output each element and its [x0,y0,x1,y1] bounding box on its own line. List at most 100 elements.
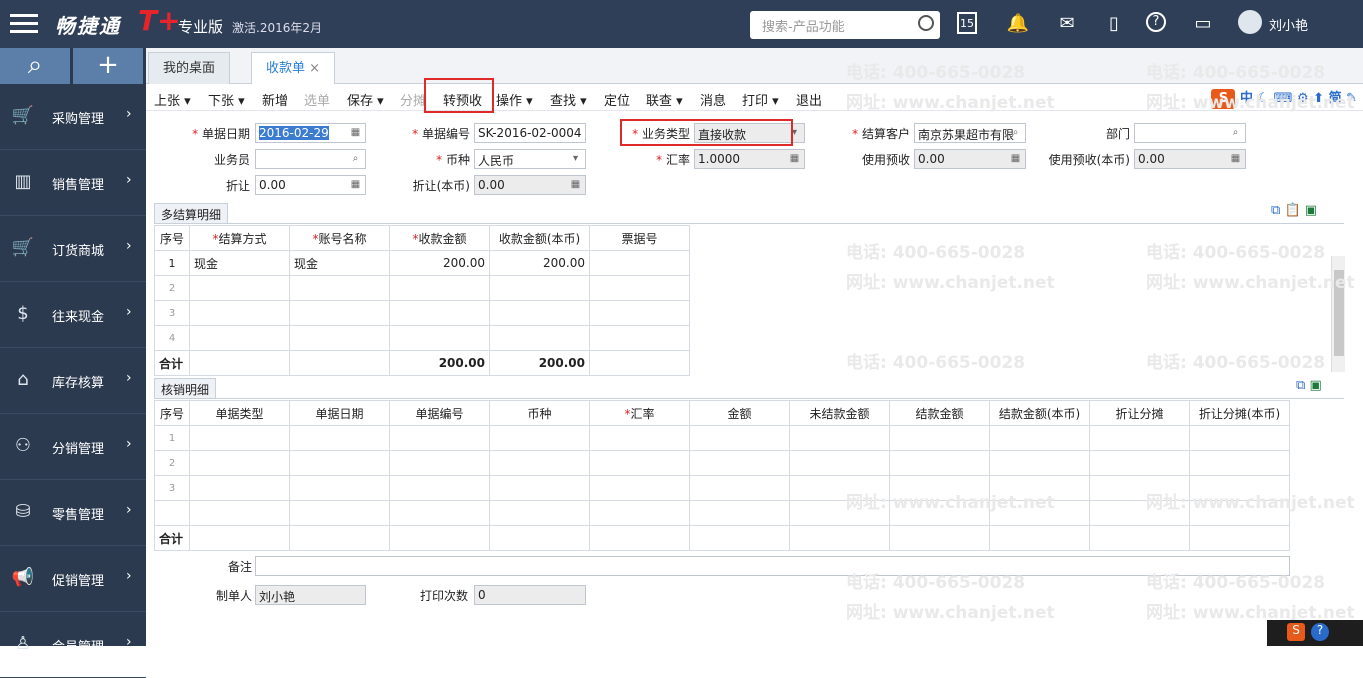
chat-icon[interactable]: ▭ [1191,12,1215,36]
rate-field[interactable]: 1.0000 ▦ [694,149,805,169]
table-row[interactable]: 2 [154,450,1290,476]
doc-no-field[interactable]: SK-2016-02-0004 [474,123,586,143]
linked-button[interactable]: 联查 ▾ [646,90,683,109]
exit-button[interactable]: 退出 [796,90,822,109]
operate-button[interactable]: 操作 ▾ [496,90,533,109]
print-button[interactable]: 打印 ▾ [742,90,779,109]
cell[interactable] [289,325,390,351]
calendar-icon[interactable]: 15 [957,12,977,34]
calculator-icon[interactable]: ▦ [1009,152,1022,165]
message-button[interactable]: 消息 [700,90,726,109]
column-header: *结算方式 [189,225,290,251]
close-icon[interactable]: × [309,61,320,76]
use-prepay-field[interactable]: 0.00 ▦ [914,149,1026,169]
cell[interactable] [389,325,490,351]
sidebar-add-icon[interactable]: + [73,48,143,84]
cell[interactable]: 200.00 [389,250,490,276]
sidebar-item-mall[interactable]: 🛒 订货商城 › [0,216,146,282]
table-row[interactable]: 1 现金 现金 200.00 200.00 [154,250,690,276]
tab-receipt[interactable]: 收款单 × [251,52,336,84]
calculator-icon[interactable]: ▦ [1229,152,1242,165]
cell[interactable] [589,275,690,301]
excel-icon[interactable]: ▣ [1305,203,1317,218]
remark-field[interactable] [255,556,1290,576]
search-icon[interactable]: ⌕ [349,152,362,165]
search-icon[interactable]: ⌕ [1009,126,1022,139]
cell[interactable] [389,300,490,326]
settle-scrollbar[interactable] [1331,256,1345,372]
highlight-box-biz-type [620,119,793,146]
currency-select[interactable]: 人民币 ▾ [474,149,586,169]
tab-verify-detail[interactable]: 核销明细 [154,378,217,398]
sidebar-item-cash[interactable]: $ 往来现金 › [0,282,146,348]
calculator-icon[interactable]: ▦ [569,178,582,191]
cell[interactable] [489,275,590,301]
tab-desktop[interactable]: 我的桌面 [148,52,231,84]
table-row[interactable]: 1 [154,425,1290,451]
save-button[interactable]: 保存 ▾ [347,90,384,109]
ime-toolbar[interactable]: S 中 ☾ ⌨ ⚙ ⬆ 简 ✎ [1211,87,1357,109]
menu-icon[interactable] [10,14,38,34]
cell[interactable] [289,275,390,301]
cell[interactable] [489,300,590,326]
next-button[interactable]: 下张 ▾ [208,90,245,109]
cell[interactable] [189,325,290,351]
find-button[interactable]: 查找 ▾ [550,90,587,109]
sidebar-item-sales[interactable]: ▥ 销售管理 › [0,150,146,216]
help-icon[interactable]: ? [1311,623,1329,641]
sogou-icon[interactable]: S [1287,623,1305,641]
sidebar-item-inventory[interactable]: ⌂ 库存核算 › [0,348,146,414]
table-row[interactable]: 3 [154,475,1290,501]
search-icon[interactable]: ⌕ [1229,126,1242,139]
table-row[interactable]: 3 [154,300,690,326]
cell[interactable] [189,300,290,326]
paste-icon[interactable]: 📋 [1284,203,1300,218]
cell[interactable] [589,250,690,276]
sidebar-search-icon[interactable]: ⌕ [0,48,70,84]
prev-button[interactable]: 上张 ▾ [154,90,191,109]
cell[interactable]: 200.00 [489,250,590,276]
table-row[interactable]: 2 [154,275,690,301]
locate-button[interactable]: 定位 [604,90,630,109]
dept-field[interactable]: ⌕ [1134,123,1246,143]
cell[interactable] [489,325,590,351]
calculator-icon[interactable]: ▦ [788,152,801,165]
excel-icon[interactable]: ▣ [1309,378,1321,393]
sidebar-item-distribution[interactable]: ⚇ 分销管理 › [0,414,146,480]
mail-icon[interactable]: ✉ [1055,12,1079,36]
distribution-icon: ⚇ [14,435,32,456]
mobile-icon[interactable]: ▯ [1102,12,1126,36]
sidebar-item-promotion[interactable]: 📢 促销管理 › [0,546,146,612]
sidebar-item-purchase[interactable]: 🛒 采购管理 › [0,84,146,150]
scrollbar-thumb[interactable] [1334,270,1344,356]
bell-icon[interactable]: 🔔 [1006,12,1030,36]
cell[interactable] [589,300,690,326]
discount-local-field[interactable]: 0.00 ▦ [474,175,586,195]
copy-icon[interactable]: ⧉ [1271,203,1280,218]
use-prepay-local-field[interactable]: 0.00 ▦ [1134,149,1246,169]
tab-settle-detail[interactable]: 多结算明细 [154,203,229,223]
discount-field[interactable]: 0.00 ▦ [255,175,366,195]
cell[interactable]: 现金 [189,250,290,276]
add-button[interactable]: 新增 [262,90,288,109]
cell[interactable] [389,275,490,301]
copy-icon[interactable]: ⧉ [1296,378,1305,393]
search-icon[interactable] [918,15,934,31]
sidebar-item-member[interactable]: ♙ 会员管理 › [0,612,146,678]
sidebar-item-retail[interactable]: ⛁ 零售管理 › [0,480,146,546]
customer-field[interactable]: 南京苏果超市有限 ⌕ [914,123,1026,143]
calculator-icon[interactable]: ▦ [349,178,362,191]
cell[interactable] [189,275,290,301]
staff-field[interactable]: ⌕ [255,149,366,169]
split-button[interactable]: 分摊 [400,90,426,109]
discount-local-value: 0.00 [478,178,505,192]
cell[interactable] [289,300,390,326]
doc-date-field[interactable]: 2016-02-29 ▦ [255,123,366,143]
calendar-icon[interactable]: ▦ [349,126,362,139]
table-row[interactable]: 4 [154,325,690,351]
cell[interactable] [589,325,690,351]
cell[interactable]: 现金 [289,250,390,276]
help-icon[interactable]: ? [1146,12,1166,32]
search-input[interactable]: 搜索-产品功能 [750,11,940,39]
select-button[interactable]: 选单 [304,90,330,109]
